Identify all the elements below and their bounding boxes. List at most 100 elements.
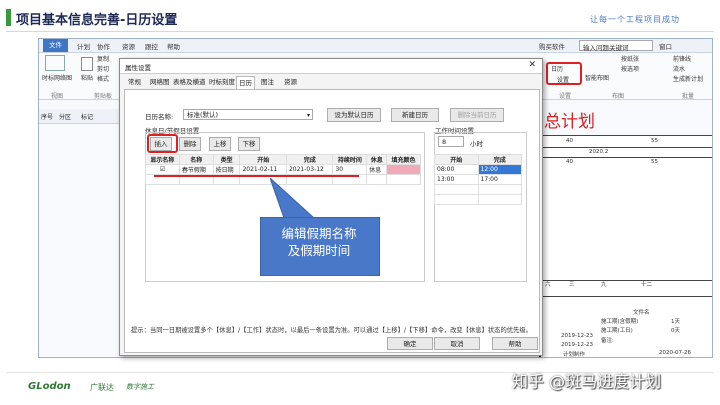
menu-plan[interactable]: 计划 bbox=[77, 41, 90, 51]
table-row[interactable]: ☑ 春节假期 按日期 2021-02-11 2021-03-12 30 休息 bbox=[145, 164, 421, 175]
group-layout: 布图 bbox=[612, 93, 625, 100]
insert-button[interactable]: 插入 bbox=[150, 137, 172, 151]
info-value: 1天 bbox=[671, 319, 680, 325]
holiday-type-cell[interactable]: 按日期 bbox=[212, 164, 241, 175]
delete-calendar-button[interactable]: 删除当前日历 bbox=[450, 108, 504, 122]
by-paper-button[interactable]: 按纸张 bbox=[621, 54, 639, 63]
ok-button[interactable]: 确定 bbox=[387, 337, 433, 350]
tab-calendar[interactable]: 日历 bbox=[236, 76, 255, 89]
holiday-end-cell[interactable]: 2021-03-12 bbox=[285, 164, 334, 175]
col-zone[interactable]: 分区 bbox=[59, 112, 71, 121]
tab-general[interactable]: 常规 bbox=[126, 76, 143, 88]
slide-title: 项目基本信息完善-日历设置 bbox=[16, 13, 178, 28]
scale-label: 九 bbox=[601, 282, 607, 288]
scale-label: 六 bbox=[545, 282, 551, 288]
col-work-start: 开始 bbox=[434, 154, 479, 165]
group-clipboard: 剪贴板 bbox=[94, 93, 113, 100]
copy-button[interactable]: 复制 bbox=[97, 54, 109, 63]
brand-name: 广联达 bbox=[90, 383, 114, 392]
holiday-start-cell[interactable]: 2021-02-11 bbox=[239, 164, 287, 175]
col-rest: 休息 bbox=[366, 154, 388, 165]
menu-collab[interactable]: 协作 bbox=[97, 41, 110, 51]
watermark: 知乎 @斑马进度计划 bbox=[512, 372, 662, 391]
remove-button[interactable]: 删除 bbox=[179, 137, 201, 151]
frontline-button[interactable]: 前锋线 bbox=[673, 54, 691, 63]
holiday-rest-cell[interactable]: 休息 bbox=[366, 164, 388, 175]
menu-track[interactable]: 跟控 bbox=[145, 41, 158, 51]
help-button[interactable]: 帮助 bbox=[492, 337, 538, 350]
info-value: 2019-12-23 bbox=[561, 333, 593, 339]
scale-label: 十二 bbox=[641, 282, 653, 288]
col-mark[interactable]: 标记 bbox=[81, 112, 93, 121]
paste-icon bbox=[81, 57, 93, 71]
col-start: 开始 bbox=[239, 154, 287, 165]
group-view: 视图 bbox=[51, 93, 64, 100]
flow-button[interactable]: 流水 bbox=[673, 64, 685, 73]
network-chart-icon bbox=[45, 55, 65, 71]
work-start-cell[interactable]: 13:00 bbox=[434, 174, 479, 185]
table-row[interactable]: 08:00 12:00 bbox=[434, 164, 522, 175]
timescale-network-button[interactable]: 时标网络图 bbox=[42, 73, 72, 82]
holiday-color-cell[interactable] bbox=[386, 164, 421, 175]
work-start-cell[interactable]: 08:00 bbox=[434, 164, 479, 175]
table-row[interactable]: 13:00 17:00 bbox=[434, 174, 522, 185]
tab-legend[interactable]: 图注 bbox=[259, 76, 276, 88]
info-label: 施工期(工日) bbox=[601, 328, 633, 334]
hours-input[interactable]: 8 bbox=[438, 136, 464, 147]
cancel-button[interactable]: 取消 bbox=[434, 337, 480, 350]
work-end-cell[interactable]: 17:00 bbox=[477, 174, 522, 185]
help-search-input[interactable]: 输入问题关键词 bbox=[579, 40, 653, 52]
window-menu[interactable]: 窗口 bbox=[659, 41, 672, 51]
move-up-button[interactable]: 上移 bbox=[209, 137, 231, 151]
scale-label: 40 bbox=[566, 159, 573, 165]
hours-unit: 小时 bbox=[470, 140, 483, 148]
col-duration: 持续时间 bbox=[332, 154, 368, 165]
calendar-name-select[interactable]: 标准(默认) ▾ bbox=[183, 109, 313, 120]
info-value: 0天 bbox=[671, 328, 680, 334]
property-dialog: 属性设置 ✕ 常规 网络图 表格及横道 时标刻度 日历 图注 资源 日历名称: … bbox=[119, 58, 543, 356]
tab-table-bar[interactable]: 表格及横道 bbox=[171, 76, 208, 88]
scale-label: 55 bbox=[651, 138, 658, 144]
scale-label: 40 bbox=[566, 138, 573, 144]
paste-button[interactable]: 粘贴 bbox=[81, 73, 93, 82]
chevron-down-icon: ▾ bbox=[306, 112, 310, 119]
tab-resource[interactable]: 资源 bbox=[282, 76, 299, 88]
info-label: 计划制作 bbox=[563, 352, 586, 358]
task-grid-header: 序号 分区 标记 bbox=[39, 109, 124, 124]
setting-label[interactable]: 设置 bbox=[557, 75, 569, 84]
holiday-name-cell[interactable]: 春节假期 bbox=[178, 164, 214, 175]
calendar-name-label: 日历名称: bbox=[145, 113, 174, 121]
new-calendar-button[interactable]: 新建日历 bbox=[391, 108, 439, 122]
menu-file[interactable]: 文件 bbox=[43, 39, 68, 52]
worktime-table: 开始 完成 08:00 12:00 13:00 17:00 bbox=[434, 154, 522, 205]
menu-help[interactable]: 帮助 bbox=[167, 41, 180, 51]
info-value: 2019-12-23 bbox=[561, 342, 593, 348]
tab-network[interactable]: 网络图 bbox=[148, 76, 172, 88]
info-label: 施工期(含假期) bbox=[601, 319, 639, 325]
format-button[interactable]: 格式 bbox=[97, 74, 109, 83]
col-name: 名称 bbox=[178, 154, 214, 165]
hint-text: 提示：当同一日期被设置多个【休息】/【工作】状态时，以最后一条设置为准。可以通过… bbox=[131, 327, 532, 334]
calendar-button[interactable]: 日历 bbox=[551, 64, 563, 73]
by-option-button[interactable]: 按选项 bbox=[621, 64, 639, 73]
tab-timescale[interactable]: 时标刻度 bbox=[207, 76, 237, 88]
move-down-button[interactable]: 下移 bbox=[238, 137, 260, 151]
show-name-checkbox[interactable]: ☑ bbox=[145, 164, 180, 175]
new-plan-button[interactable]: 生成新计划 bbox=[673, 74, 703, 83]
smart-layout-button[interactable]: 智能布图 bbox=[585, 73, 609, 82]
holiday-duration-cell[interactable]: 30 bbox=[332, 164, 368, 175]
buy-software-link[interactable]: 购买软件 bbox=[539, 41, 565, 51]
brand-logo: GLodon bbox=[28, 381, 71, 392]
set-default-calendar-button[interactable]: 设为默认日历 bbox=[327, 108, 381, 122]
work-end-cell[interactable]: 12:00 bbox=[477, 164, 522, 175]
col-end: 完成 bbox=[285, 154, 334, 165]
info-label: 文件名 bbox=[633, 310, 650, 316]
group-setting: 设置 bbox=[559, 93, 572, 100]
col-index[interactable]: 序号 bbox=[41, 112, 53, 121]
menu-resource[interactable]: 资源 bbox=[122, 41, 135, 51]
cut-button[interactable]: 剪切 bbox=[97, 64, 109, 73]
col-fill-color: 填充颜色 bbox=[386, 154, 421, 165]
menu-bar: 文件 计划 协作 资源 跟控 帮助 购买软件 输入问题关键词 窗口 bbox=[39, 39, 712, 53]
close-icon[interactable]: ✕ bbox=[528, 60, 536, 70]
info-value: 2020-07-26 bbox=[659, 350, 691, 356]
